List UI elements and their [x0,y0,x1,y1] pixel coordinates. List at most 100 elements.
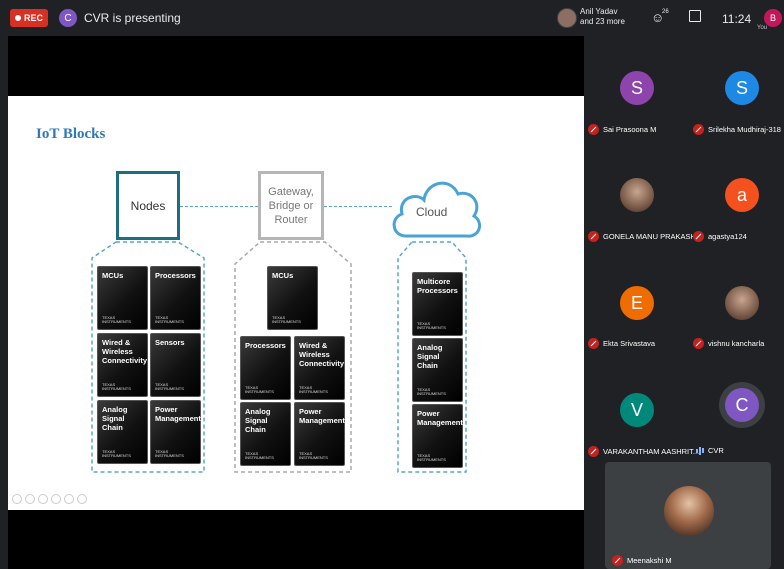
participant-avatar[interactable]: a [725,178,759,212]
chip-label: Processors [155,271,196,280]
name-label: CVR [708,446,724,455]
chip-label: MCUs [272,271,294,280]
clock: 11:24 [722,12,752,26]
connector-gateway-cloud [324,206,392,207]
participant-stack-avatar[interactable] [557,8,577,28]
mic-off-icon [693,124,704,135]
participant-stack-line1: Anil Yadav [580,7,618,16]
texas-instruments-logo: TEXAS INSTRUMENTS [299,386,328,394]
chip-power-management: Power Management TEXAS INSTRUMENTS [412,404,463,468]
avatar-initial: C [735,394,749,415]
participant-name: GONELA MANU PRAKASH [588,231,696,242]
texas-instruments-logo: TEXAS INSTRUMENTS [417,388,446,396]
name-label: Sai Prasoona M [603,125,657,134]
ti-line2: INSTRUMENTS [102,319,131,324]
ti-line2: INSTRUMENTS [417,391,446,396]
chip-label: MCUs [102,271,124,280]
participant-name: CVR [696,446,724,455]
participant-avatar[interactable]: V [620,393,654,427]
chat-icon[interactable] [689,10,701,22]
rec-label: REC [23,13,43,23]
texas-instruments-logo: TEXAS INSTRUMENTS [102,383,131,391]
chip-connectivity: Wired & Wireless Connectivity TEXAS INSTRU… [97,333,148,397]
connector-nodes-gateway [180,206,258,207]
participant-avatar[interactable] [620,178,654,212]
gateway-label: Gateway, Bridge or Router [268,185,314,226]
chip-analog-signal-chain: Analog Signal Chain TEXAS INSTRUMENTS [412,338,463,402]
nodes-label: Nodes [130,198,166,213]
texas-instruments-logo: TEXAS INSTRUMENTS [155,383,184,391]
chip-label: Sensors [155,338,185,347]
participant-avatar[interactable]: C [725,388,759,422]
mic-off-icon [693,338,704,349]
participant-name: VARAKANTHAM AASHRIT... [588,446,699,457]
nodes-box: Nodes [116,171,180,240]
participant-name: Ekta Srivastava [588,338,655,349]
participant-stack-text[interactable]: Anil Yadav and 23 more [580,7,625,27]
chip-label: Power Management [417,409,463,427]
texas-instruments-logo: TEXAS INSTRUMENTS [155,450,184,458]
avatar-initial: S [735,77,748,98]
chip-mcus: MCUs TEXAS INSTRUMENTS [97,266,148,330]
chip-analog-signal-chain: Analog Signal Chain TEXAS INSTRUMENTS [97,400,148,464]
participant-avatar[interactable]: S [725,71,759,105]
name-label: vishnu kancharla [708,339,765,348]
chip-processors: Processors TEXAS INSTRUMENTS [240,336,291,400]
mic-off-icon [612,555,623,566]
participant-name: Srilekha Mudhiraj-318 [693,124,781,135]
texas-instruments-logo: TEXAS INSTRUMENTS [245,452,274,460]
participant-avatar[interactable] [725,286,759,320]
chip-label: Multicore Processors [417,277,458,295]
grid-icon[interactable] [51,494,61,504]
name-label: Ekta Srivastava [603,339,656,348]
zoom-icon[interactable] [64,494,74,504]
ti-line2: INSTRUMENTS [102,453,131,458]
gateway-box: Gateway, Bridge or Router [258,171,324,240]
avatar-initial: a [736,184,747,205]
ti-line2: INSTRUMENTS [272,319,301,324]
texas-instruments-logo: TEXAS INSTRUMENTS [155,316,184,324]
name-label: VARAKANTHAM AASHRIT... [603,447,700,456]
mic-off-icon [588,124,599,135]
chip-label: Analog Signal Chain [102,405,128,432]
chip-label: Wired & Wireless Connectivity [299,341,345,368]
ti-line2: INSTRUMENTS [417,325,446,330]
next-slide-icon[interactable] [25,494,35,504]
mic-off-icon [693,231,704,242]
avatar-initial: E [630,292,643,313]
chip-power-management: Power Management TEXAS INSTRUMENTS [294,402,345,466]
mic-off-icon [588,338,599,349]
slide-toolbar[interactable] [12,494,87,504]
avatar-initial: S [630,77,643,98]
name-label: GONELA MANU PRAKASH [603,232,696,241]
chip-label: Processors [245,341,286,350]
presenting-text: CVR is presenting [84,11,181,25]
chip-mcus: MCUs TEXAS INSTRUMENTS [267,266,318,330]
record-dot-icon [14,15,21,21]
cloud-label: Cloud [416,205,448,219]
ti-line2: INSTRUMENTS [245,455,274,460]
ti-line2: INSTRUMENTS [155,386,184,391]
ti-line2: INSTRUMENTS [245,389,274,394]
chip-label: Wired & Wireless Connectivity [102,338,148,365]
name-label: Srilekha Mudhiraj-318 [708,125,781,134]
prev-slide-icon[interactable] [12,494,22,504]
ti-line2: INSTRUMENTS [102,386,131,391]
presenter-avatar: C [59,9,77,27]
self-label: You [757,25,768,31]
participant-avatar[interactable]: E [620,286,654,320]
avatar-initial: V [630,399,643,420]
pen-icon[interactable] [38,494,48,504]
ti-line2: INSTRUMENTS [299,389,328,394]
recording-badge: REC [10,9,48,27]
chip-label: Power Management [155,405,201,423]
participant-avatar[interactable]: S [620,71,654,105]
featured-participant-photo [664,486,714,536]
ti-line2: INSTRUMENTS [417,457,446,462]
texas-instruments-logo: TEXAS INSTRUMENTS [417,322,446,330]
people-count: 26 [662,9,669,15]
top-bar: REC C CVR is presenting Anil Yadav and 2… [0,0,784,36]
speaking-indicator-icon [696,446,704,455]
texas-instruments-logo: TEXAS INSTRUMENTS [102,316,131,324]
more-icon[interactable] [77,494,87,504]
